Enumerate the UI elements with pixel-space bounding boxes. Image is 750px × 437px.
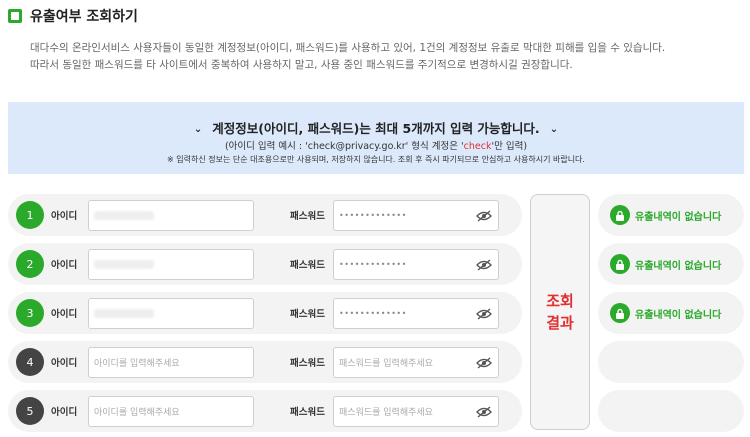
lookup-result-button[interactable]: 조회 결과 [530, 194, 590, 430]
result-item-4-empty [598, 341, 744, 383]
account-row-4: 4 아이디 아이디를 입력해주세요 패스워드 패스워드를 입력해주세요 [8, 341, 522, 383]
banner-title-text: 계정정보(아이디, 패스워드)는 최대 5개까지 입력 가능합니다. [212, 121, 540, 136]
eye-slash-icon[interactable] [476, 406, 492, 418]
lock-icon [610, 254, 630, 274]
blurred-id [94, 260, 154, 269]
eye-slash-icon[interactable] [476, 308, 492, 320]
description-line-2: 따라서 동일한 패스워드를 타 사이트에서 중복하여 사용하지 말고, 사용 중… [30, 59, 573, 71]
row-number: 4 [16, 348, 44, 376]
row-number: 1 [16, 201, 44, 229]
blurred-id [94, 211, 154, 220]
password-value: ••••••••••••• [339, 260, 407, 269]
result-item-3: 유출내역이 없습니다 [598, 292, 744, 334]
id-label: 아이디 [51, 309, 78, 320]
password-input[interactable]: ••••••••••••• [333, 249, 499, 280]
password-input[interactable]: ••••••••••••• [333, 200, 499, 231]
id-input[interactable] [88, 200, 254, 231]
id-label: 아이디 [51, 211, 78, 222]
page-title: 유출여부 조회하기 [30, 9, 138, 25]
description-line-1: 대다수의 온라인서비스 사용자들이 동일한 계정정보(아이디, 패스워드)를 사… [30, 42, 666, 54]
chevron-down-icon: ⌄ [193, 124, 203, 135]
eye-slash-icon[interactable] [476, 210, 492, 222]
password-placeholder: 패스워드를 입력해주세요 [339, 359, 433, 369]
banner-example-prefix: (아이디 입력 예시 : 'check@privacy.go.kr' 형식 계정… [224, 141, 464, 152]
result-text: 유출내역이 없습니다 [635, 309, 722, 321]
result-item-1: 유출내역이 없습니다 [598, 194, 744, 236]
password-input[interactable]: 패스워드를 입력해주세요 [333, 347, 499, 378]
result-text: 유출내역이 없습니다 [635, 260, 722, 272]
id-input[interactable] [88, 249, 254, 280]
id-input[interactable]: 아이디를 입력해주세요 [88, 347, 254, 378]
pw-label: 패스워드 [290, 309, 325, 320]
account-row-3: 3 아이디 패스워드 ••••••••••••• [8, 292, 522, 334]
banner-example: (아이디 입력 예시 : 'check@privacy.go.kr' 형식 계정… [8, 138, 744, 152]
row-number: 3 [16, 299, 44, 327]
banner-example-suffix: '만 입력) [491, 141, 528, 152]
pw-label: 패스워드 [290, 358, 325, 369]
pw-label: 패스워드 [290, 407, 325, 418]
lock-icon [610, 205, 630, 225]
result-button-line-1: 조회 [546, 292, 574, 310]
password-placeholder: 패스워드를 입력해주세요 [339, 408, 433, 418]
pw-label: 패스워드 [290, 211, 325, 222]
description: 대다수의 온라인서비스 사용자들이 동일한 계정정보(아이디, 패스워드)를 사… [30, 40, 665, 74]
id-input[interactable] [88, 298, 254, 329]
result-button-line-2: 결과 [546, 314, 574, 332]
account-row-2: 2 아이디 패스워드 ••••••••••••• [8, 243, 522, 285]
row-number: 5 [16, 397, 44, 425]
password-input[interactable]: ••••••••••••• [333, 298, 499, 329]
section-header: 유출여부 조회하기 [8, 6, 138, 26]
banner-title: ⌄ 계정정보(아이디, 패스워드)는 최대 5개까지 입력 가능합니다. ⌄ [8, 118, 744, 137]
lock-icon [610, 303, 630, 323]
account-row-1: 1 아이디 패스워드 ••••••••••••• [8, 194, 522, 236]
banner-note: ※ 입력하신 정보는 단순 대조용으로만 사용되며, 저장하지 않습니다. 조회… [167, 155, 585, 164]
password-value: ••••••••••••• [339, 211, 407, 220]
password-input[interactable]: 패스워드를 입력해주세요 [333, 396, 499, 427]
result-text: 유출내역이 없습니다 [635, 211, 722, 223]
result-item-2: 유출내역이 없습니다 [598, 243, 744, 285]
info-banner: ⌄ 계정정보(아이디, 패스워드)는 최대 5개까지 입력 가능합니다. ⌄ (아이… [8, 102, 744, 174]
id-input[interactable]: 아이디를 입력해주세요 [88, 396, 254, 427]
checkbox-square-icon [8, 9, 22, 23]
row-number: 2 [16, 250, 44, 278]
chevron-down-icon: ⌄ [549, 124, 559, 135]
account-row-5: 5 아이디 아이디를 입력해주세요 패스워드 패스워드를 입력해주세요 [8, 390, 522, 432]
id-label: 아이디 [51, 358, 78, 369]
eye-slash-icon[interactable] [476, 259, 492, 271]
password-value: ••••••••••••• [339, 309, 407, 318]
pw-label: 패스워드 [290, 260, 325, 271]
id-label: 아이디 [51, 260, 78, 271]
blurred-id [94, 309, 154, 318]
banner-example-highlight: check [463, 141, 492, 152]
result-item-5-empty [598, 390, 744, 432]
eye-slash-icon[interactable] [476, 357, 492, 369]
id-label: 아이디 [51, 407, 78, 418]
